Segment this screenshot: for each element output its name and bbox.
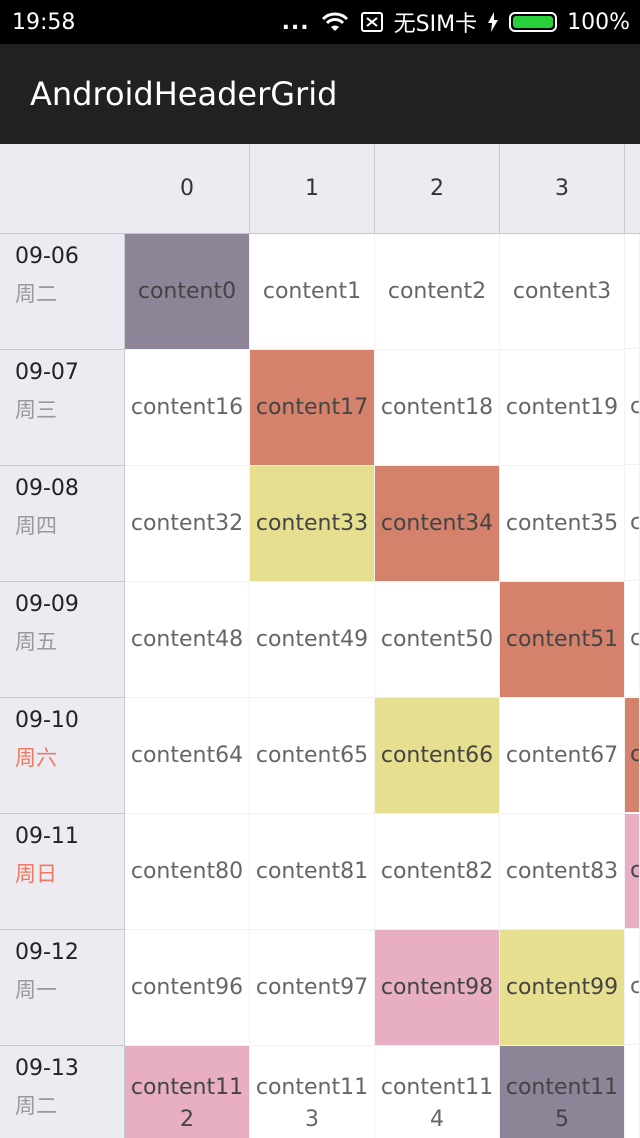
row-date: 09-13	[15, 1056, 79, 1081]
row-header[interactable]: 09-06 周二	[0, 234, 125, 350]
grid-cell[interactable]: content19	[500, 350, 625, 466]
status-bar: 19:58 ... 无SIM卡 100%	[0, 0, 640, 44]
row-weekday: 周三	[15, 398, 57, 422]
grid-cell[interactable]: content96	[125, 930, 250, 1046]
row-weekday: 周五	[15, 630, 57, 654]
row-weekday: 周六	[15, 746, 57, 770]
corner-cell	[0, 144, 126, 234]
row-weekday: 周日	[15, 862, 57, 886]
column-header-2[interactable]: 2	[375, 144, 500, 234]
battery-icon	[509, 12, 558, 32]
charging-icon	[487, 12, 499, 32]
no-sim-icon	[360, 11, 384, 33]
grid-cell-partial[interactable]: c	[625, 582, 640, 697]
grid-cell[interactable]: content81	[250, 814, 375, 930]
grid-cell[interactable]: content82	[375, 814, 500, 930]
row-weekday: 周二	[15, 282, 57, 306]
grid-cell[interactable]: content66	[375, 698, 500, 814]
row-date: 09-10	[15, 708, 79, 733]
row-date: 09-11	[15, 824, 79, 849]
app-title: AndroidHeaderGrid	[30, 75, 338, 113]
battery-percent: 100%	[567, 9, 630, 35]
grid-cell[interactable]: content2	[375, 234, 500, 350]
grid-cell[interactable]: content80	[125, 814, 250, 930]
status-time: 19:58	[12, 9, 76, 35]
grid-cell[interactable]: content48	[125, 582, 250, 698]
grid-cell-partial[interactable]: c	[625, 930, 640, 1045]
grid-cell[interactable]: content0	[125, 234, 250, 350]
row-header[interactable]: 09-11 周日	[0, 814, 125, 930]
row-weekday: 周二	[15, 1094, 57, 1118]
column-header-1[interactable]: 1	[250, 144, 375, 234]
row-header[interactable]: 09-12 周一	[0, 930, 125, 1046]
grid-cell[interactable]: content114	[375, 1046, 500, 1138]
row-date: 09-08	[15, 476, 79, 501]
column-header-row: 0 1 2 3	[0, 144, 640, 234]
column-header-4-partial[interactable]	[625, 144, 640, 234]
column-header-3[interactable]: 3	[500, 144, 625, 234]
grid-cell-partial[interactable]: c	[625, 466, 640, 581]
grid-cell-partial[interactable]: c	[625, 350, 640, 465]
grid-cell[interactable]: content16	[125, 350, 250, 466]
grid-cell[interactable]: content113	[250, 1046, 375, 1138]
row-header[interactable]: 09-13 周二	[0, 1046, 125, 1138]
header-grid: 0 1 2 3 09-06 周二 content0 content1 content2 c…	[0, 144, 640, 1138]
row-weekday: 周四	[15, 514, 57, 538]
grid-cell[interactable]: content34	[375, 466, 500, 582]
row-weekday: 周一	[15, 978, 57, 1002]
grid-cell[interactable]: content49	[250, 582, 375, 698]
column-header-0[interactable]: 0	[125, 144, 250, 234]
row-header[interactable]: 09-08 周四	[0, 466, 125, 582]
app-bar: AndroidHeaderGrid	[0, 44, 640, 144]
grid-cell-partial[interactable]: c	[625, 814, 640, 929]
grid-cell[interactable]: content3	[500, 234, 625, 350]
status-icons: ... 无SIM卡 100%	[282, 6, 630, 38]
more-dots: ...	[281, 9, 310, 35]
grid-cell[interactable]: content115	[500, 1046, 625, 1138]
row-date: 09-06	[15, 244, 79, 269]
grid-cell[interactable]: content97	[250, 930, 375, 1046]
row-date: 09-09	[15, 592, 79, 617]
grid-cell[interactable]: content83	[500, 814, 625, 930]
grid-cell[interactable]: content98	[375, 930, 500, 1046]
grid-cell[interactable]: content112	[125, 1046, 250, 1138]
grid-cell[interactable]: content67	[500, 698, 625, 814]
grid-cell-partial[interactable]	[625, 234, 640, 349]
grid-cell[interactable]: content50	[375, 582, 500, 698]
grid-cell[interactable]: content1	[250, 234, 375, 350]
wifi-icon	[320, 11, 350, 33]
grid-cell[interactable]: content33	[250, 466, 375, 582]
grid-cell-partial[interactable]: c	[625, 698, 640, 813]
row-header[interactable]: 09-09 周五	[0, 582, 125, 698]
grid-cell[interactable]: content18	[375, 350, 500, 466]
sim-status: 无SIM卡	[393, 12, 478, 37]
grid-cell[interactable]: content65	[250, 698, 375, 814]
grid-cell[interactable]: content32	[125, 466, 250, 582]
grid-cell[interactable]: content35	[500, 466, 625, 582]
row-date: 09-07	[15, 360, 79, 385]
row-header[interactable]: 09-10 周六	[0, 698, 125, 814]
row-date: 09-12	[15, 940, 79, 965]
grid-cell[interactable]: content64	[125, 698, 250, 814]
grid-cell[interactable]: content17	[250, 350, 375, 466]
grid-cell-partial[interactable]	[625, 1046, 640, 1138]
grid-cell[interactable]: content51	[500, 582, 625, 698]
row-header[interactable]: 09-07 周三	[0, 350, 125, 466]
grid-cell[interactable]: content99	[500, 930, 625, 1046]
